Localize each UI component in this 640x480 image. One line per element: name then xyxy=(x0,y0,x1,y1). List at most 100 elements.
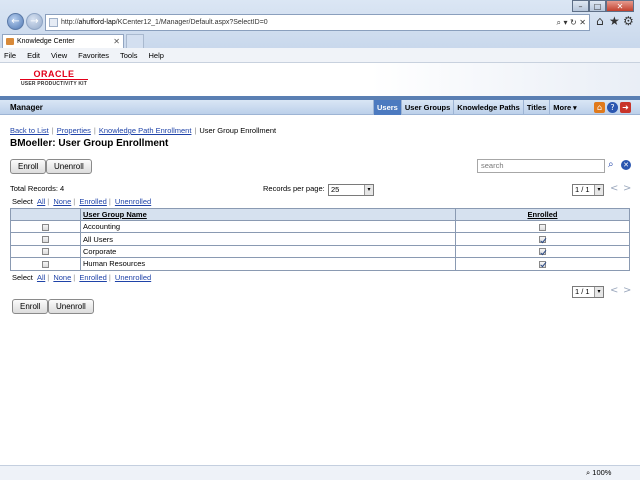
select-none-link[interactable]: None xyxy=(53,273,71,282)
chevron-down-icon: ▾ xyxy=(594,185,603,195)
nav-users[interactable]: Users xyxy=(373,100,401,115)
menu-view[interactable]: View xyxy=(51,51,67,60)
select-label: Select xyxy=(12,197,33,206)
row-select-cell xyxy=(10,219,81,234)
address-tools[interactable]: ⌕ ▾ ↻ ✕ xyxy=(556,15,586,30)
gear-icon[interactable]: ⚙ xyxy=(623,14,634,29)
select-unenrolled-link[interactable]: Unenrolled xyxy=(115,197,151,206)
menu-tools[interactable]: Tools xyxy=(120,51,138,60)
url-host: ahufford-lap xyxy=(78,19,116,26)
select-all-link[interactable]: All xyxy=(37,197,45,206)
page-select-bottom[interactable]: 1 / 1 ▾ xyxy=(572,286,604,298)
row-select-checkbox[interactable] xyxy=(42,236,49,244)
select-label: Select xyxy=(12,273,33,282)
forward-arrow-icon[interactable]: → xyxy=(26,13,43,30)
row-select-checkbox[interactable] xyxy=(42,223,49,231)
user-group-name-header[interactable]: User Group Name xyxy=(80,208,456,221)
breadcrumb-properties[interactable]: Properties xyxy=(57,126,91,135)
enrolled-header[interactable]: Enrolled xyxy=(455,208,630,221)
favorites-star-icon[interactable]: ★ xyxy=(609,14,620,29)
nav-user-groups[interactable]: User Groups xyxy=(400,100,453,115)
select-separator: | xyxy=(108,273,111,282)
search-input[interactable]: search xyxy=(477,159,605,173)
enrolled-checkbox xyxy=(539,223,546,231)
page-indicator: 1 / 1 xyxy=(575,185,590,194)
close-window-button[interactable]: ✕ xyxy=(606,0,634,12)
oracle-wordmark: ORACLE xyxy=(33,69,75,79)
page-title: BMoeller: User Group Enrollment xyxy=(10,138,169,149)
next-page-icon[interactable]: > xyxy=(623,183,631,195)
breadcrumb-knowledge-path-enrollment[interactable]: Knowledge Path Enrollment xyxy=(99,126,192,135)
help-icon[interactable]: ? xyxy=(607,102,618,113)
enroll-button-bottom[interactable]: Enroll xyxy=(12,299,49,314)
zoom-level[interactable]: ⌕ 100% xyxy=(586,468,611,478)
next-page-icon[interactable]: > xyxy=(623,285,631,297)
browser-tab[interactable]: Knowledge Center ✕ xyxy=(2,34,124,48)
row-select-cell xyxy=(10,232,81,246)
enrolled-cell xyxy=(455,244,630,259)
select-separator: | xyxy=(108,197,111,206)
select-none-link[interactable]: None xyxy=(53,197,71,206)
page-select-top[interactable]: 1 / 1 ▾ xyxy=(572,184,604,196)
browser-toolbar: ← → http://ahufford-lap/KCenter12_1/Mana… xyxy=(0,0,640,48)
records-per-page-label: Records per page: xyxy=(263,184,325,193)
nav-titles[interactable]: Titles xyxy=(522,100,549,115)
breadcrumb-separator: | xyxy=(51,126,54,135)
enroll-button-top[interactable]: Enroll xyxy=(10,159,47,174)
row-select-cell xyxy=(10,244,81,259)
enrolled-cell xyxy=(455,257,630,271)
menu-favorites[interactable]: Favorites xyxy=(78,51,109,60)
menu-help[interactable]: Help xyxy=(149,51,164,60)
select-filter-top: Select All | None | Enrolled | Unenrolled xyxy=(12,197,153,206)
home-icon[interactable]: ⌂ xyxy=(596,14,604,29)
url-prefix: http:// xyxy=(61,19,79,26)
enrolled-cell xyxy=(455,219,630,234)
home-icon[interactable]: ⌂ xyxy=(594,102,605,113)
row-select-cell xyxy=(10,257,81,271)
select-column-header xyxy=(10,208,81,221)
tab-close-icon[interactable]: ✕ xyxy=(113,35,120,48)
prev-page-icon[interactable]: < xyxy=(610,183,618,195)
exit-icon[interactable]: ➜ xyxy=(620,102,631,113)
select-enrolled-link[interactable]: Enrolled xyxy=(79,197,107,206)
user-group-name-cell: Human Resources xyxy=(80,257,456,271)
table-header-row: User Group Name Enrolled xyxy=(10,208,630,221)
breadcrumb-back-to-list[interactable]: Back to List xyxy=(10,126,49,135)
enrolled-checkbox xyxy=(539,248,546,256)
brand-header: ORACLE USER PRODUCTIVITY KIT xyxy=(0,63,640,96)
nav-knowledge-paths[interactable]: Knowledge Paths xyxy=(453,100,523,115)
minimize-button[interactable]: – xyxy=(572,0,589,12)
select-all-link[interactable]: All xyxy=(37,273,45,282)
status-bar: ⌕ 100% xyxy=(0,465,640,480)
address-bar[interactable]: http://ahufford-lap/KCenter12_1/Manager/… xyxy=(45,14,590,31)
enrolled-cell xyxy=(455,232,630,246)
row-select-checkbox[interactable] xyxy=(42,248,49,256)
menu-file[interactable]: File xyxy=(4,51,16,60)
unenroll-button-bottom[interactable]: Unenroll xyxy=(48,299,94,314)
menu-edit[interactable]: Edit xyxy=(27,51,40,60)
page-indicator: 1 / 1 xyxy=(575,287,590,296)
records-per-page-value: 25 xyxy=(331,185,340,194)
row-select-checkbox[interactable] xyxy=(42,260,49,268)
tab-favicon-icon xyxy=(6,38,14,45)
manager-title: Manager xyxy=(10,103,43,112)
manager-bar: Manager Users User Groups Knowledge Path… xyxy=(0,100,640,115)
select-enrolled-link[interactable]: Enrolled xyxy=(79,273,107,282)
product-name: USER PRODUCTIVITY KIT xyxy=(20,81,88,87)
select-separator: | xyxy=(73,273,76,282)
clear-search-icon[interactable]: ✕ xyxy=(621,160,631,170)
nav-more[interactable]: More xyxy=(549,100,579,115)
select-unenrolled-link[interactable]: Unenrolled xyxy=(115,273,151,282)
total-records: Total Records: 4 xyxy=(10,184,65,193)
back-arrow-icon[interactable]: ← xyxy=(7,13,24,30)
maximize-button[interactable]: □ xyxy=(589,0,606,12)
select-separator: | xyxy=(47,273,50,282)
new-tab-button[interactable] xyxy=(126,34,144,48)
unenroll-button-top[interactable]: Unenroll xyxy=(46,159,92,174)
records-per-page-select[interactable]: 25 ▾ xyxy=(328,184,374,196)
table-row: All Users xyxy=(10,232,630,246)
user-group-name-cell: Accounting xyxy=(80,219,456,234)
table-row: Human Resources xyxy=(10,257,630,271)
search-icon[interactable]: ⌕ xyxy=(608,159,614,171)
prev-page-icon[interactable]: < xyxy=(610,285,618,297)
